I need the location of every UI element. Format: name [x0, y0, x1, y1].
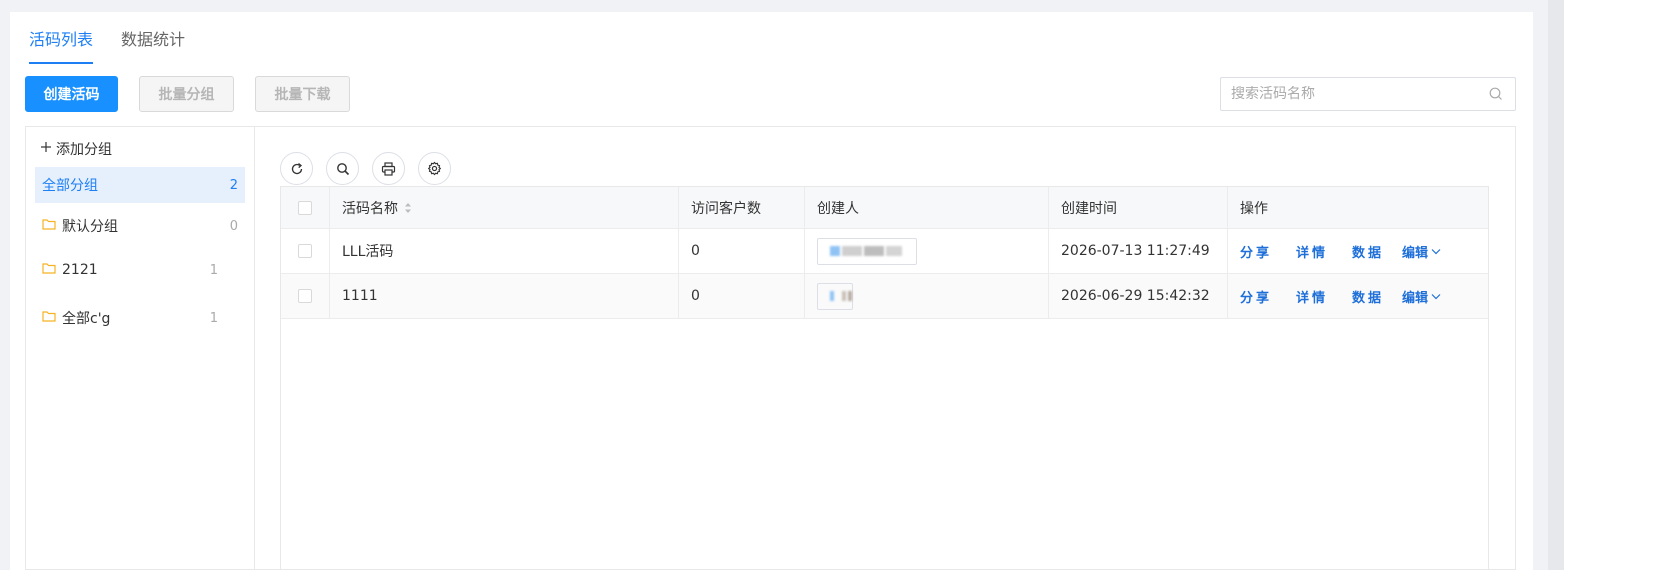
search-icon[interactable] — [326, 152, 359, 185]
detail-link[interactable]: 详情 — [1296, 287, 1328, 306]
add-group-button[interactable]: 添加分组 — [40, 139, 112, 159]
chevron-down-icon — [1431, 289, 1441, 304]
refresh-icon[interactable] — [280, 152, 313, 185]
creator-avatar — [817, 237, 917, 265]
table-row[interactable]: 1111 0 2026-06-29 15:42:32 分享 详情 数据 编辑 — [281, 274, 1488, 319]
folder-icon — [42, 310, 56, 326]
group-name: 全部c'g — [62, 311, 111, 327]
group-sidebar: 添加分组 全部分组 2 默认分组 0 2121 1 全部c'g 1 — [26, 127, 255, 569]
code-name: 1111 — [330, 274, 679, 318]
edit-dropdown[interactable]: 编辑 — [1402, 242, 1441, 261]
batch-group-button[interactable]: 批量分组 — [139, 76, 234, 112]
create-code-button[interactable]: 创建活码 — [25, 76, 118, 112]
chevron-down-icon — [1431, 244, 1441, 259]
right-blank-area — [1564, 0, 1674, 570]
tab-statistics[interactable]: 数据统计 — [121, 26, 185, 64]
created-time: 2026-07-13 11:27:49 — [1049, 229, 1228, 273]
data-link[interactable]: 数据 — [1352, 242, 1384, 261]
group-count: 1 — [209, 262, 218, 278]
column-header-name[interactable]: 活码名称 — [330, 187, 679, 228]
settings-icon[interactable] — [418, 152, 451, 185]
select-all-checkbox[interactable] — [298, 200, 312, 215]
row-checkbox[interactable] — [298, 289, 312, 303]
scrollbar[interactable] — [1548, 0, 1564, 570]
tab-bar: 活码列表 数据统计 — [29, 26, 185, 64]
folder-icon — [42, 262, 56, 278]
visitor-count: 0 — [679, 274, 805, 318]
group-name: 2121 — [62, 262, 98, 278]
group-count: 1 — [209, 310, 218, 326]
row-checkbox[interactable] — [298, 244, 312, 258]
search-input[interactable] — [1231, 86, 1487, 102]
share-link[interactable]: 分享 — [1240, 287, 1272, 306]
main-card: 活码列表 数据统计 创建活码 批量分组 批量下载 添加分组 全部分组 2 — [10, 12, 1533, 570]
group-item-all[interactable]: 全部分组 2 — [35, 167, 245, 203]
column-header-creator: 创建人 — [805, 187, 1049, 228]
content-panel: 添加分组 全部分组 2 默认分组 0 2121 1 全部c'g 1 活码名称 访… — [25, 126, 1516, 570]
column-header-visitors: 访问客户数 — [679, 187, 805, 228]
search-icon[interactable] — [1487, 85, 1505, 103]
table-header-row: 活码名称 访问客户数 创建人 创建时间 操作 — [281, 187, 1488, 229]
table-toolbar — [280, 152, 451, 185]
column-header-actions: 操作 — [1240, 200, 1268, 217]
group-item-default[interactable]: 默认分组 0 — [35, 208, 245, 244]
creator-avatar — [817, 282, 853, 310]
group-item-2121[interactable]: 2121 1 — [35, 252, 225, 288]
search-box — [1220, 77, 1516, 111]
table-row[interactable]: LLL活码 0 2026-07-13 11:27:49 分享 详情 数据 编辑 — [281, 229, 1488, 274]
created-time: 2026-06-29 15:42:32 — [1049, 274, 1228, 318]
batch-download-button[interactable]: 批量下载 — [255, 76, 350, 112]
group-item-all-cg[interactable]: 全部c'g 1 — [35, 300, 225, 336]
print-icon[interactable] — [372, 152, 405, 185]
group-count: 2 — [229, 177, 238, 193]
code-table: 活码名称 访问客户数 创建人 创建时间 操作 LLL活码 0 2026-07-1… — [280, 186, 1489, 570]
tab-code-list[interactable]: 活码列表 — [29, 26, 94, 64]
visitor-count: 0 — [679, 229, 805, 273]
data-link[interactable]: 数据 — [1352, 287, 1384, 306]
group-name: 全部分组 — [42, 178, 98, 194]
plus-icon — [40, 141, 52, 157]
column-header-created-time: 创建时间 — [1049, 187, 1228, 228]
sort-icon[interactable] — [404, 202, 412, 214]
edit-dropdown[interactable]: 编辑 — [1402, 287, 1441, 306]
code-name: LLL活码 — [330, 229, 679, 273]
folder-icon — [42, 218, 56, 234]
group-name: 默认分组 — [62, 219, 118, 235]
detail-link[interactable]: 详情 — [1296, 242, 1328, 261]
share-link[interactable]: 分享 — [1240, 242, 1272, 261]
group-count: 0 — [229, 218, 238, 234]
add-group-label: 添加分组 — [56, 142, 112, 158]
